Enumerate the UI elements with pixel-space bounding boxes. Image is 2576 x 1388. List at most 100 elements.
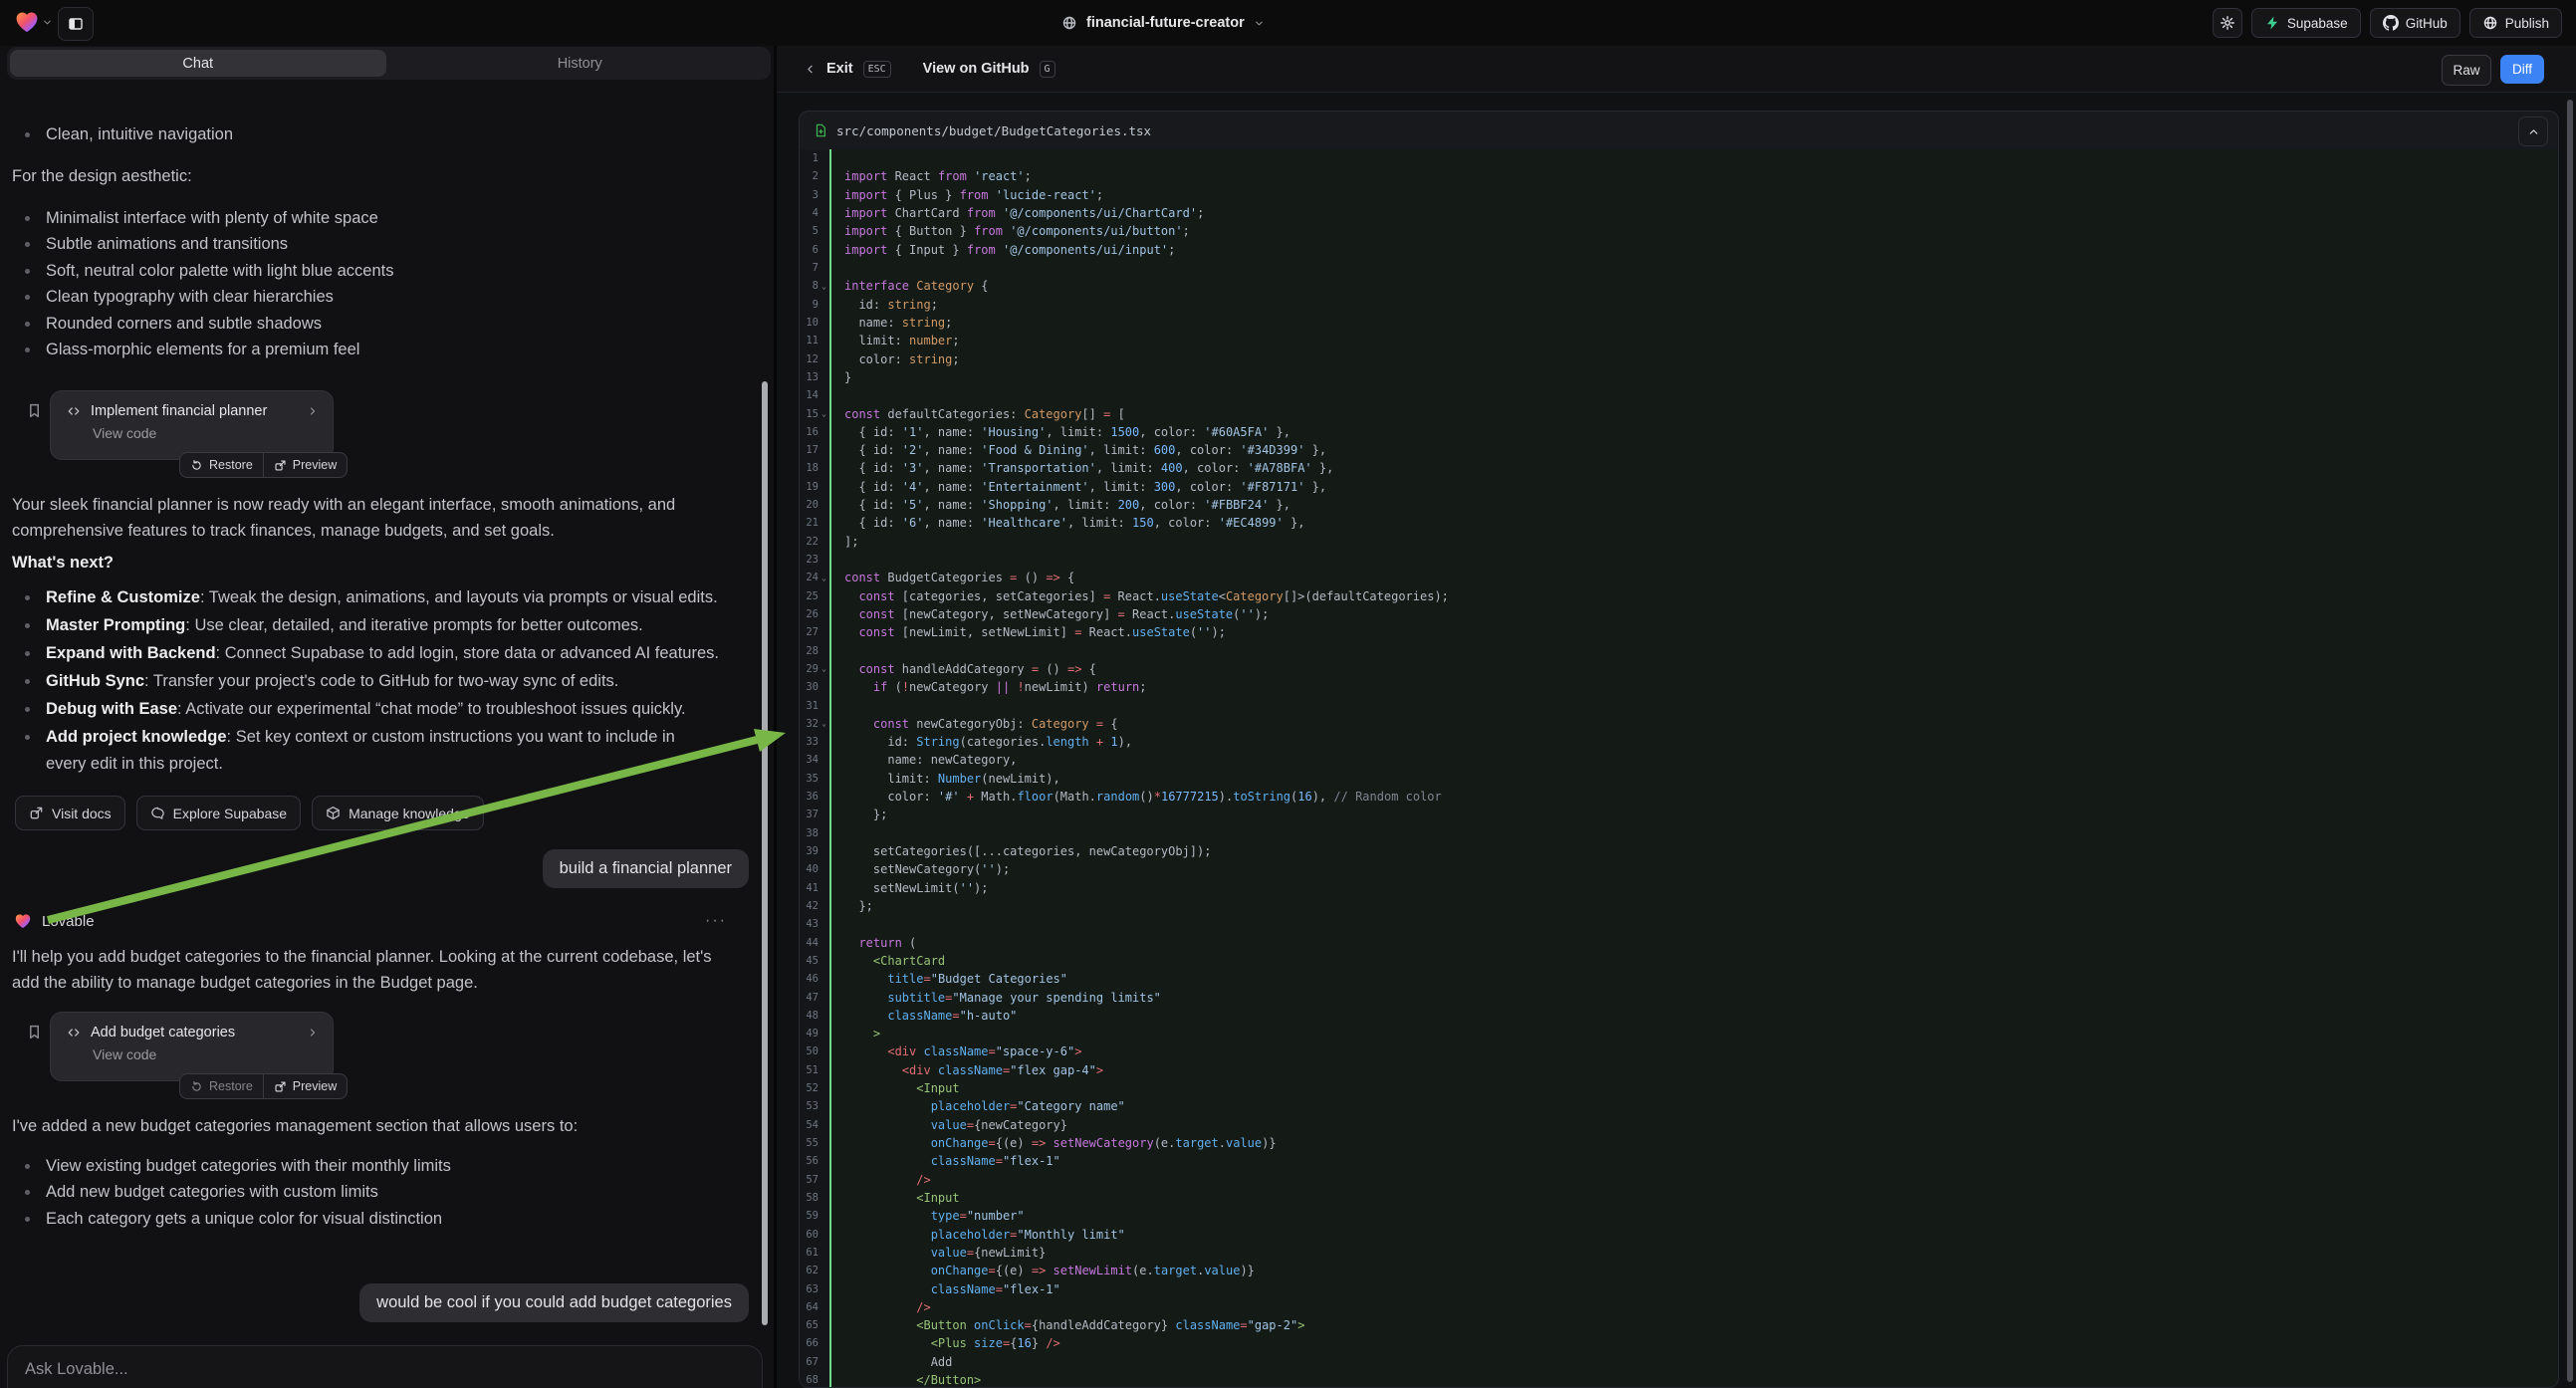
code-scrollbar[interactable] <box>2567 100 2573 1382</box>
code-line: 32⌄ const newCategoryObj: Category = { <box>800 715 2558 733</box>
line-gutter: 68 <box>800 1371 829 1388</box>
list-item: Soft, neutral color palette with light b… <box>0 258 747 284</box>
line-gutter: 13 <box>800 368 829 386</box>
chat-scrollbar[interactable] <box>762 381 768 1325</box>
line-gutter: 43 <box>800 915 829 933</box>
lovable-heart-icon[interactable] <box>14 9 40 35</box>
line-number: 58 <box>806 1192 819 1204</box>
code-line: 31 <box>800 696 2558 714</box>
card-actions-pill: RestorePreview <box>179 1073 348 1099</box>
code-line: 22]; <box>800 533 2558 551</box>
code-line: 67 Add <box>800 1353 2558 1371</box>
chat-input[interactable]: Ask Lovable... <box>25 1360 128 1379</box>
chat-action-button-manage-knowledge[interactable]: Manage knowledge <box>312 796 483 830</box>
line-gutter: 47 <box>800 988 829 1006</box>
sidebar-toggle-button[interactable] <box>58 7 94 41</box>
message-menu-button[interactable]: ··· <box>705 912 727 930</box>
file-header[interactable]: src/components/budget/BudgetCategories.t… <box>800 112 2558 150</box>
line-gutter: 30 <box>800 678 829 696</box>
list-item: Each category gets a unique color for vi… <box>0 1206 747 1232</box>
line-content: subtitle="Manage your spending limits" <box>829 988 2558 1006</box>
view-on-github-button[interactable]: View on GitHub <box>923 61 1030 77</box>
supabase-button[interactable]: Supabase <box>2251 8 2361 38</box>
code-change-card-body[interactable]: Implement financial plannerView code <box>50 390 334 460</box>
view-code-link[interactable]: View code <box>51 1041 333 1062</box>
line-number: 3 <box>813 189 819 201</box>
line-gutter: 7 <box>800 259 829 277</box>
line-number: 42 <box>806 900 819 912</box>
line-number: 23 <box>806 554 819 566</box>
project-name: financial-future-creator <box>1086 15 1245 31</box>
fold-chevron-icon[interactable]: ⌄ <box>819 574 829 582</box>
gear-icon <box>2220 15 2235 31</box>
list-item: Debug with Ease: Activate our experiment… <box>0 696 747 724</box>
line-gutter: 29⌄ <box>800 660 829 678</box>
line-gutter: 54 <box>800 1116 829 1134</box>
diff-toggle-button[interactable]: Diff <box>2500 55 2544 84</box>
line-number: 49 <box>806 1028 819 1040</box>
view-code-link[interactable]: View code <box>51 419 333 441</box>
chat-paragraph: I'll help you add budget categories to t… <box>12 944 735 996</box>
code-line: 56 className="flex-1" <box>800 1152 2558 1170</box>
code-viewer-panel: Exit ESC View on GitHub G Raw Diff src/c… <box>777 46 2576 1388</box>
line-number: 34 <box>806 754 819 766</box>
exit-button[interactable]: Exit <box>826 61 853 77</box>
publish-button[interactable]: Publish <box>2469 8 2562 38</box>
line-content: const [newLimit, setNewLimit] = React.us… <box>829 623 2558 641</box>
settings-button[interactable] <box>2213 8 2242 38</box>
chat-action-button-explore-supabase[interactable]: Explore Supabase <box>136 796 301 830</box>
line-number: 53 <box>806 1100 819 1112</box>
list-item: Master Prompting: Use clear, detailed, a… <box>0 612 747 640</box>
line-gutter: 11 <box>800 332 829 349</box>
preview-button[interactable]: Preview <box>264 1074 347 1098</box>
line-gutter: 58 <box>800 1189 829 1207</box>
list-item: View existing budget categories with the… <box>0 1153 747 1179</box>
code-line: 1 <box>800 149 2558 167</box>
code-line: 68 </Button> <box>800 1371 2558 1388</box>
code-line: 10 name: string; <box>800 314 2558 332</box>
list-item: Rounded corners and subtle shadows <box>0 311 747 337</box>
collapse-file-button[interactable] <box>2518 116 2548 146</box>
publish-label: Publish <box>2505 16 2549 31</box>
code-line: 27 const [newLimit, setNewLimit] = React… <box>800 623 2558 641</box>
code-line: 6import { Input } from '@/components/ui/… <box>800 241 2558 259</box>
chevron-right-icon <box>307 1027 319 1039</box>
line-gutter: 4 <box>800 204 829 222</box>
line-number: 2 <box>813 170 819 182</box>
line-content: className="flex-1" <box>829 1152 2558 1170</box>
preview-button[interactable]: Preview <box>264 453 347 477</box>
code-line: 25 const [categories, setCategories] = R… <box>800 587 2558 605</box>
lovable-app: financial-future-creator Supabase GitHub… <box>0 0 2576 1388</box>
line-content: setNewCategory(''); <box>829 860 2558 878</box>
bullet-list: Minimalist interface with plenty of whit… <box>0 205 747 362</box>
chevron-down-icon[interactable] <box>42 17 53 28</box>
restore-button[interactable]: Restore <box>180 1074 263 1098</box>
line-number: 40 <box>806 863 819 875</box>
line-gutter: 37 <box>800 806 829 823</box>
raw-toggle-button[interactable]: Raw <box>2442 55 2491 86</box>
bookmark-icon[interactable] <box>26 1024 43 1041</box>
fold-chevron-icon[interactable]: ⌄ <box>819 409 829 418</box>
fold-chevron-icon[interactable]: ⌄ <box>819 719 829 728</box>
code-line: 34 name: newCategory, <box>800 751 2558 769</box>
line-gutter: 53 <box>800 1097 829 1115</box>
code-line: 54 value={newCategory} <box>800 1116 2558 1134</box>
github-button[interactable]: GitHub <box>2370 8 2460 38</box>
file-added-icon <box>814 123 827 137</box>
chat-action-button-visit-docs[interactable]: Visit docs <box>15 796 125 830</box>
list-item: Clean typography with clear hierarchies <box>0 284 747 310</box>
list-item: Add new budget categories with custom li… <box>0 1179 747 1205</box>
project-selector[interactable]: financial-future-creator <box>1061 9 1265 37</box>
bookmark-icon[interactable] <box>26 402 43 419</box>
line-content: import { Plus } from 'lucide-react'; <box>829 186 2558 204</box>
line-content: }; <box>829 897 2558 915</box>
lovable-heart-icon <box>14 912 32 930</box>
line-number: 44 <box>806 937 819 949</box>
line-gutter: 42 <box>800 897 829 915</box>
list-item: Expand with Backend: Connect Supabase to… <box>0 640 747 668</box>
fold-chevron-icon[interactable]: ⌄ <box>819 282 829 291</box>
code-change-card-body[interactable]: Add budget categoriesView code <box>50 1012 334 1081</box>
code-content[interactable]: 12import React from 'react';3import { Pl… <box>800 149 2558 1387</box>
restore-button[interactable]: Restore <box>180 453 263 477</box>
fold-chevron-icon[interactable]: ⌄ <box>819 664 829 673</box>
